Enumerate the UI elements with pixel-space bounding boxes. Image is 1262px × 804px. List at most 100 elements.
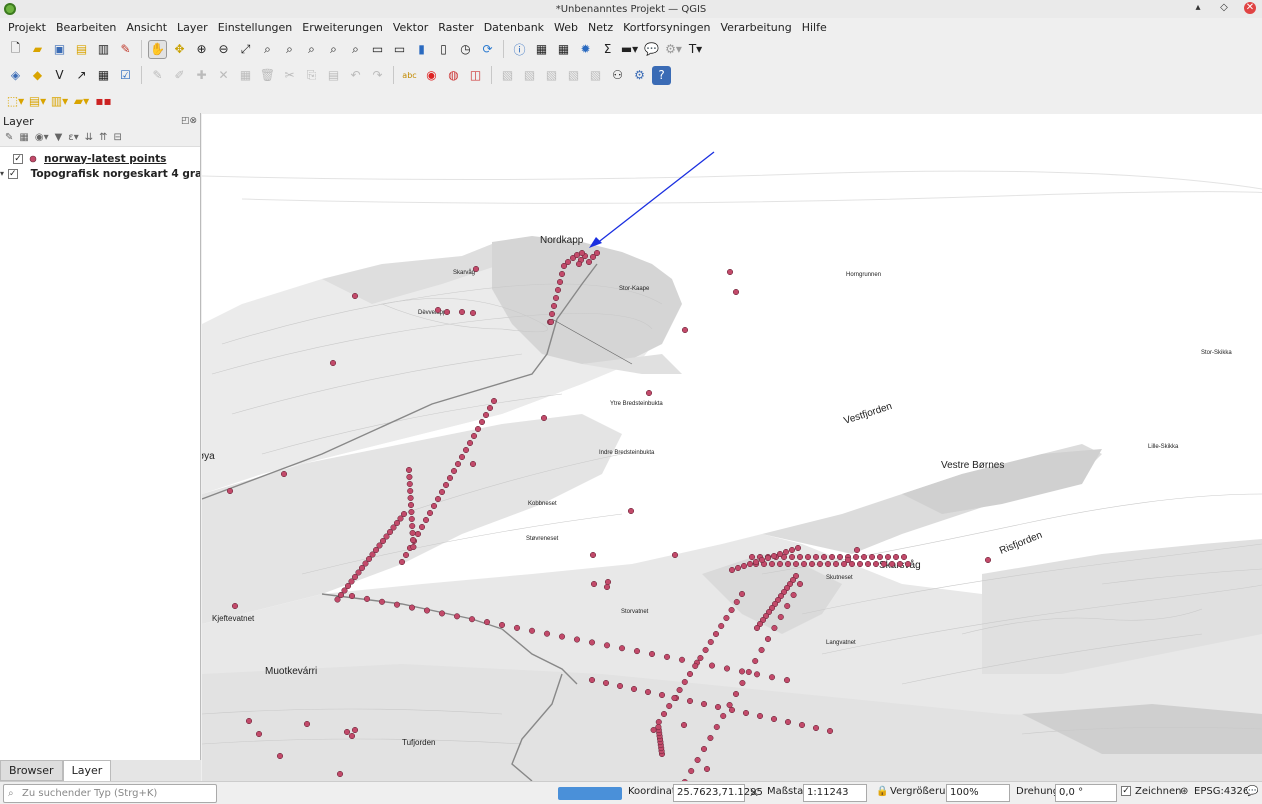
map-point[interactable] xyxy=(824,560,832,568)
map-point[interactable] xyxy=(723,614,730,622)
map-point[interactable] xyxy=(547,318,555,326)
filter-icon[interactable]: ▼ xyxy=(55,132,63,143)
zoom-out-icon[interactable]: ⊖ xyxy=(214,40,233,59)
map-point[interactable] xyxy=(450,467,458,475)
map-point[interactable] xyxy=(888,560,896,568)
map-point[interactable] xyxy=(783,677,791,684)
map-point[interactable] xyxy=(784,602,791,610)
map-point[interactable] xyxy=(588,639,596,646)
map-point[interactable] xyxy=(740,562,748,570)
map-point[interactable] xyxy=(742,709,750,717)
lock-icon[interactable]: 🔒 xyxy=(876,786,888,797)
map-point[interactable] xyxy=(680,721,688,729)
map-point[interactable] xyxy=(573,636,581,643)
actions-icon[interactable]: ⚙▾ xyxy=(664,40,683,59)
map-point[interactable] xyxy=(726,268,734,276)
visibility-icon[interactable]: ◉▾ xyxy=(35,132,49,143)
map-point[interactable] xyxy=(844,556,852,564)
plugin-icon[interactable]: ⚇ xyxy=(608,66,627,85)
menu-item-9[interactable]: Web xyxy=(549,21,583,34)
select-by-value-icon[interactable]: ▤▾ xyxy=(28,92,47,111)
map-point[interactable] xyxy=(558,270,566,278)
map-point[interactable] xyxy=(443,308,451,316)
zoom-next-icon[interactable]: ⌕ xyxy=(346,40,365,59)
label-rotate-icon[interactable]: ▧ xyxy=(542,66,561,85)
pan-icon[interactable]: ✋ xyxy=(148,39,167,59)
map-point[interactable] xyxy=(540,414,548,422)
map-point[interactable] xyxy=(474,425,482,433)
map-point[interactable] xyxy=(644,688,652,696)
map-point[interactable] xyxy=(409,529,416,537)
add-raster-icon[interactable]: ↗ xyxy=(72,66,91,85)
map-point[interactable] xyxy=(336,770,344,778)
layer-checkbox[interactable]: ✓ xyxy=(13,153,23,164)
map-point[interactable] xyxy=(633,648,641,655)
map-point[interactable] xyxy=(788,553,796,561)
map-point[interactable] xyxy=(748,553,756,561)
map-point[interactable] xyxy=(720,712,727,720)
map-point[interactable] xyxy=(856,560,864,568)
save-project-icon[interactable]: ▣ xyxy=(50,40,69,59)
filter-expression-icon[interactable]: ε▾ xyxy=(68,132,78,143)
map-point[interactable] xyxy=(697,654,704,662)
expand-arrow-icon[interactable]: ▾ xyxy=(0,169,4,178)
map-point[interactable] xyxy=(880,560,888,568)
diagram-icon[interactable]: ▧ xyxy=(498,66,517,85)
map-point[interactable] xyxy=(828,553,836,561)
map-point[interactable] xyxy=(768,674,776,681)
map-point[interactable] xyxy=(702,646,709,654)
map-point[interactable] xyxy=(408,515,415,523)
map-point[interactable] xyxy=(872,560,880,568)
map-point[interactable] xyxy=(363,595,371,602)
map-point[interactable] xyxy=(616,682,624,690)
map-point[interactable] xyxy=(884,553,892,561)
map-point[interactable] xyxy=(712,630,720,638)
map-point[interactable] xyxy=(378,598,386,605)
map-point[interactable] xyxy=(409,522,416,530)
menu-item-2[interactable]: Ansicht xyxy=(121,21,172,34)
map-point[interactable] xyxy=(782,548,790,556)
map-point[interactable] xyxy=(700,745,708,753)
map-point[interactable] xyxy=(753,671,761,678)
map-point[interactable] xyxy=(753,624,761,632)
map-point[interactable] xyxy=(734,564,742,572)
map-point[interactable] xyxy=(732,288,740,296)
map-point[interactable] xyxy=(714,703,722,711)
map-point[interactable] xyxy=(671,551,679,559)
map-point[interactable] xyxy=(732,690,740,698)
crs-icon[interactable]: ⊛ xyxy=(1180,786,1188,797)
pan-to-selection-icon[interactable]: ✥ xyxy=(170,40,189,59)
redo-icon[interactable]: ↷ xyxy=(368,66,387,85)
map-point[interactable] xyxy=(707,638,714,646)
map-point[interactable] xyxy=(752,558,760,566)
map-point[interactable] xyxy=(728,706,736,714)
map-point[interactable] xyxy=(746,560,754,568)
map-point[interactable] xyxy=(671,694,678,702)
map-point[interactable] xyxy=(816,560,824,568)
copy-icon[interactable]: ⎘ xyxy=(302,66,321,85)
menu-item-3[interactable]: Layer xyxy=(172,21,213,34)
map-point[interactable] xyxy=(402,551,410,559)
map-point[interactable] xyxy=(896,560,904,568)
map-point[interactable] xyxy=(575,260,583,268)
map-point[interactable] xyxy=(334,596,341,603)
map-point[interactable] xyxy=(418,523,426,531)
map-point[interactable] xyxy=(462,446,470,454)
map-point[interactable] xyxy=(603,642,611,649)
tab-layer[interactable]: Layer xyxy=(62,760,112,781)
menu-item-5[interactable]: Erweiterungen xyxy=(297,21,388,34)
map-point[interactable] xyxy=(453,613,461,620)
zoom-last-icon[interactable]: ⌕ xyxy=(324,40,343,59)
map-point[interactable] xyxy=(513,624,521,631)
map-point[interactable] xyxy=(796,553,804,561)
map-point[interactable] xyxy=(458,308,466,316)
map-point[interactable] xyxy=(589,551,597,559)
map-point[interactable] xyxy=(708,662,716,669)
map-point[interactable] xyxy=(543,630,551,637)
zoom-native-icon[interactable]: ⌕ xyxy=(302,40,321,59)
map-point[interactable] xyxy=(864,560,872,568)
map-point[interactable] xyxy=(726,701,733,709)
layer-item-points[interactable]: ✓ norway-latest points xyxy=(0,151,200,166)
map-point[interactable] xyxy=(469,309,477,317)
messages-icon[interactable]: 💬 xyxy=(1246,786,1258,797)
